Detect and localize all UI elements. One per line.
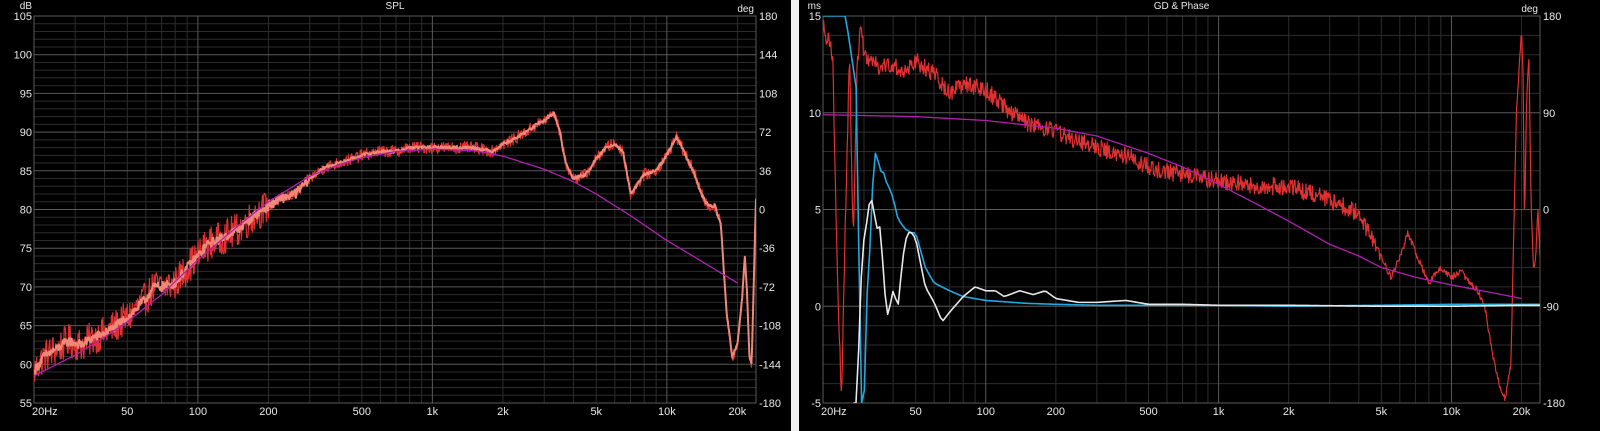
series-phase_measured bbox=[823, 19, 1540, 402]
x-tick-label: 20k bbox=[1513, 406, 1531, 418]
x-tick-label: 50 bbox=[910, 406, 922, 418]
y2-tick-label: -72 bbox=[759, 282, 775, 294]
y-tick-label: -5 bbox=[811, 398, 821, 410]
gd-phase-chart-panel: GD & Phase ms deg -5 0 5 10 15 -180 -90 0 90 180 20Hz… bbox=[799, 0, 1600, 431]
x-tick-label: 500 bbox=[1139, 406, 1157, 418]
x-tick-label: 5k bbox=[1376, 406, 1388, 418]
chart-title: SPL bbox=[386, 1, 405, 12]
y-tick-label: 80 bbox=[20, 205, 32, 217]
spl-chart-panel: SPL dB deg 55 60 65 70 75 80 85 90 95 100 105 -180 -144… bbox=[0, 0, 791, 431]
x-tick-label: 100 bbox=[977, 406, 995, 418]
x-tick-label: 10k bbox=[658, 406, 676, 418]
y2-tick-label: -144 bbox=[759, 359, 781, 371]
gd-phase-chart: GD & Phasems deg-5051015-180-9009018020Hz… bbox=[808, 1, 1565, 418]
y2-tick-label: -90 bbox=[1543, 301, 1559, 313]
y2-tick-label: -108 bbox=[759, 321, 781, 333]
x-tick-label: 200 bbox=[1047, 406, 1065, 418]
y2-tick-label: 72 bbox=[759, 127, 771, 139]
x-tick-label: 1k bbox=[427, 406, 439, 418]
x-tick-label: 500 bbox=[353, 406, 371, 418]
x-tick-label: 50 bbox=[121, 406, 133, 418]
y-tick-label: 95 bbox=[20, 88, 32, 100]
x-tick-label: 2k bbox=[497, 406, 509, 418]
y2-tick-label: 36 bbox=[759, 166, 771, 178]
x-tick-label: 20k bbox=[729, 406, 747, 418]
x-tick-label: 20Hz bbox=[821, 406, 847, 418]
y-tick-label: 15 bbox=[809, 11, 821, 23]
x-tick-label: 1k bbox=[1213, 406, 1225, 418]
y2-tick-label: -180 bbox=[1543, 398, 1565, 410]
y2-tick-label: 180 bbox=[1543, 11, 1561, 23]
y-tick-label: 90 bbox=[20, 127, 32, 139]
y-tick-label: 75 bbox=[20, 243, 32, 255]
y-tick-label: 105 bbox=[14, 11, 32, 23]
plot-area bbox=[822, 15, 1541, 404]
y-tick-label: 60 bbox=[20, 359, 32, 371]
x-tick-label: 10k bbox=[1443, 406, 1461, 418]
y2-tick-label: 108 bbox=[759, 88, 777, 100]
y-tick-label: 55 bbox=[20, 398, 32, 410]
x-tick-label: 20Hz bbox=[32, 406, 58, 418]
y-tick-label: 65 bbox=[20, 321, 32, 333]
y2-tick-label: 0 bbox=[759, 205, 765, 217]
y-tick-label: 5 bbox=[815, 205, 821, 217]
x-tick-label: 2k bbox=[1283, 406, 1295, 418]
x-tick-label: 5k bbox=[590, 406, 602, 418]
series-spl_target bbox=[34, 148, 738, 377]
y-tick-label: 100 bbox=[14, 50, 32, 62]
y-tick-label: 85 bbox=[20, 166, 32, 178]
y-tick-label: 10 bbox=[809, 108, 821, 120]
y2-tick-label: 0 bbox=[1543, 205, 1549, 217]
y2-tick-label: 180 bbox=[759, 11, 777, 23]
y2-tick-label: 144 bbox=[759, 50, 777, 62]
spl-chart: SPLdB deg556065707580859095100105-180-144… bbox=[14, 1, 781, 418]
y2-tick-label: -36 bbox=[759, 243, 775, 255]
y2-tick-label: -180 bbox=[759, 398, 781, 410]
x-tick-label: 100 bbox=[189, 406, 207, 418]
y2-tick-label: 90 bbox=[1543, 108, 1555, 120]
y2-axis-label: deg bbox=[737, 4, 754, 15]
series-gd_white bbox=[853, 199, 1540, 403]
x-tick-label: 200 bbox=[259, 406, 277, 418]
y2-axis-label: deg bbox=[1521, 4, 1538, 15]
chart-title: GD & Phase bbox=[1154, 1, 1210, 12]
y-tick-label: 70 bbox=[20, 282, 32, 294]
y-tick-label: 0 bbox=[815, 301, 821, 313]
plot-area bbox=[33, 15, 757, 404]
